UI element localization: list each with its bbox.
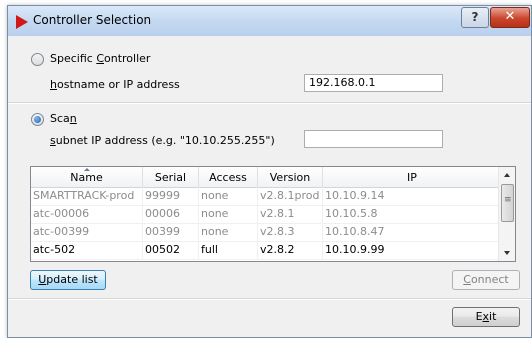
title-bar[interactable]: Controller Selection ? ✕ [8,6,531,36]
connect-button[interactable]: Connect [452,270,520,290]
cell-ip: 10.10.9.99 [323,241,501,259]
scan-label[interactable]: Scan [50,112,77,125]
table-row[interactable]: atc-00006 00006 none v2.8.1 10.10.5.8 [31,205,501,224]
separator [8,298,531,300]
scroll-thumb[interactable] [501,184,514,222]
hostname-label: hostname or IP address [50,78,180,91]
column-header-access[interactable]: Access [199,167,258,187]
separator [8,102,531,104]
cell-ip: 10.10.8.47 [323,223,501,241]
table-row[interactable]: SMARTTRACK-prod 99999 none v2.8.1prod 10… [31,187,501,206]
subnet-label: subnet IP address (e.g. "10.10.255.255") [50,134,275,147]
exit-button[interactable]: Exit [452,307,520,327]
cell-serial: 00502 [143,241,199,259]
column-header-name[interactable]: Name [31,167,143,187]
controller-selection-dialog: Controller Selection ? ✕ Specific Contro… [7,5,532,338]
cell-version: v2.8.2 [258,241,323,259]
cell-access: full [199,241,258,259]
app-icon [16,15,28,29]
cell-access: none [199,187,258,205]
cell-name: atc-502 [31,241,143,259]
cell-version: v2.8.1 [258,205,323,223]
cell-version: v2.8.1prod [258,187,323,205]
column-header-ip[interactable]: IP [323,167,501,187]
table-scrollbar[interactable] [498,167,515,261]
cell-version: v2.8.3 [258,223,323,241]
specific-controller-radio[interactable] [31,53,44,66]
cell-ip: 10.10.9.14 [323,187,501,205]
column-header-serial[interactable]: Serial [143,167,199,187]
sort-ascending-icon [83,168,90,171]
cell-name: atc-00006 [31,205,143,223]
hostname-input[interactable]: 192.168.0.1 [304,74,443,92]
subnet-input[interactable] [304,130,443,148]
cell-serial: 00399 [143,223,199,241]
close-button[interactable]: ✕ [490,7,530,28]
scroll-down-icon[interactable] [499,245,515,261]
table-header: Name Serial Access Version IP [31,167,501,188]
cell-ip: 10.10.5.8 [323,205,501,223]
cell-serial: 00006 [143,205,199,223]
cell-name: atc-00399 [31,223,143,241]
cell-access: none [199,205,258,223]
cell-name: SMARTTRACK-prod [31,187,143,205]
cell-access: none [199,223,258,241]
window-title: Controller Selection [33,13,152,27]
column-header-version[interactable]: Version [258,167,323,187]
help-button[interactable]: ? [461,7,489,28]
scroll-up-icon[interactable] [499,167,515,183]
specific-controller-label[interactable]: Specific Controller [50,52,150,65]
table-row[interactable]: atc-00399 00399 none v2.8.3 10.10.8.47 [31,223,501,242]
controller-table: Name Serial Access Version IP SMARTTRACK… [30,166,516,262]
scan-radio[interactable] [31,113,44,126]
close-icon: ✕ [504,9,516,24]
update-list-button[interactable]: Update list [30,270,106,290]
cell-serial: 99999 [143,187,199,205]
table-row[interactable]: atc-502 00502 full v2.8.2 10.10.9.99 [31,241,501,260]
